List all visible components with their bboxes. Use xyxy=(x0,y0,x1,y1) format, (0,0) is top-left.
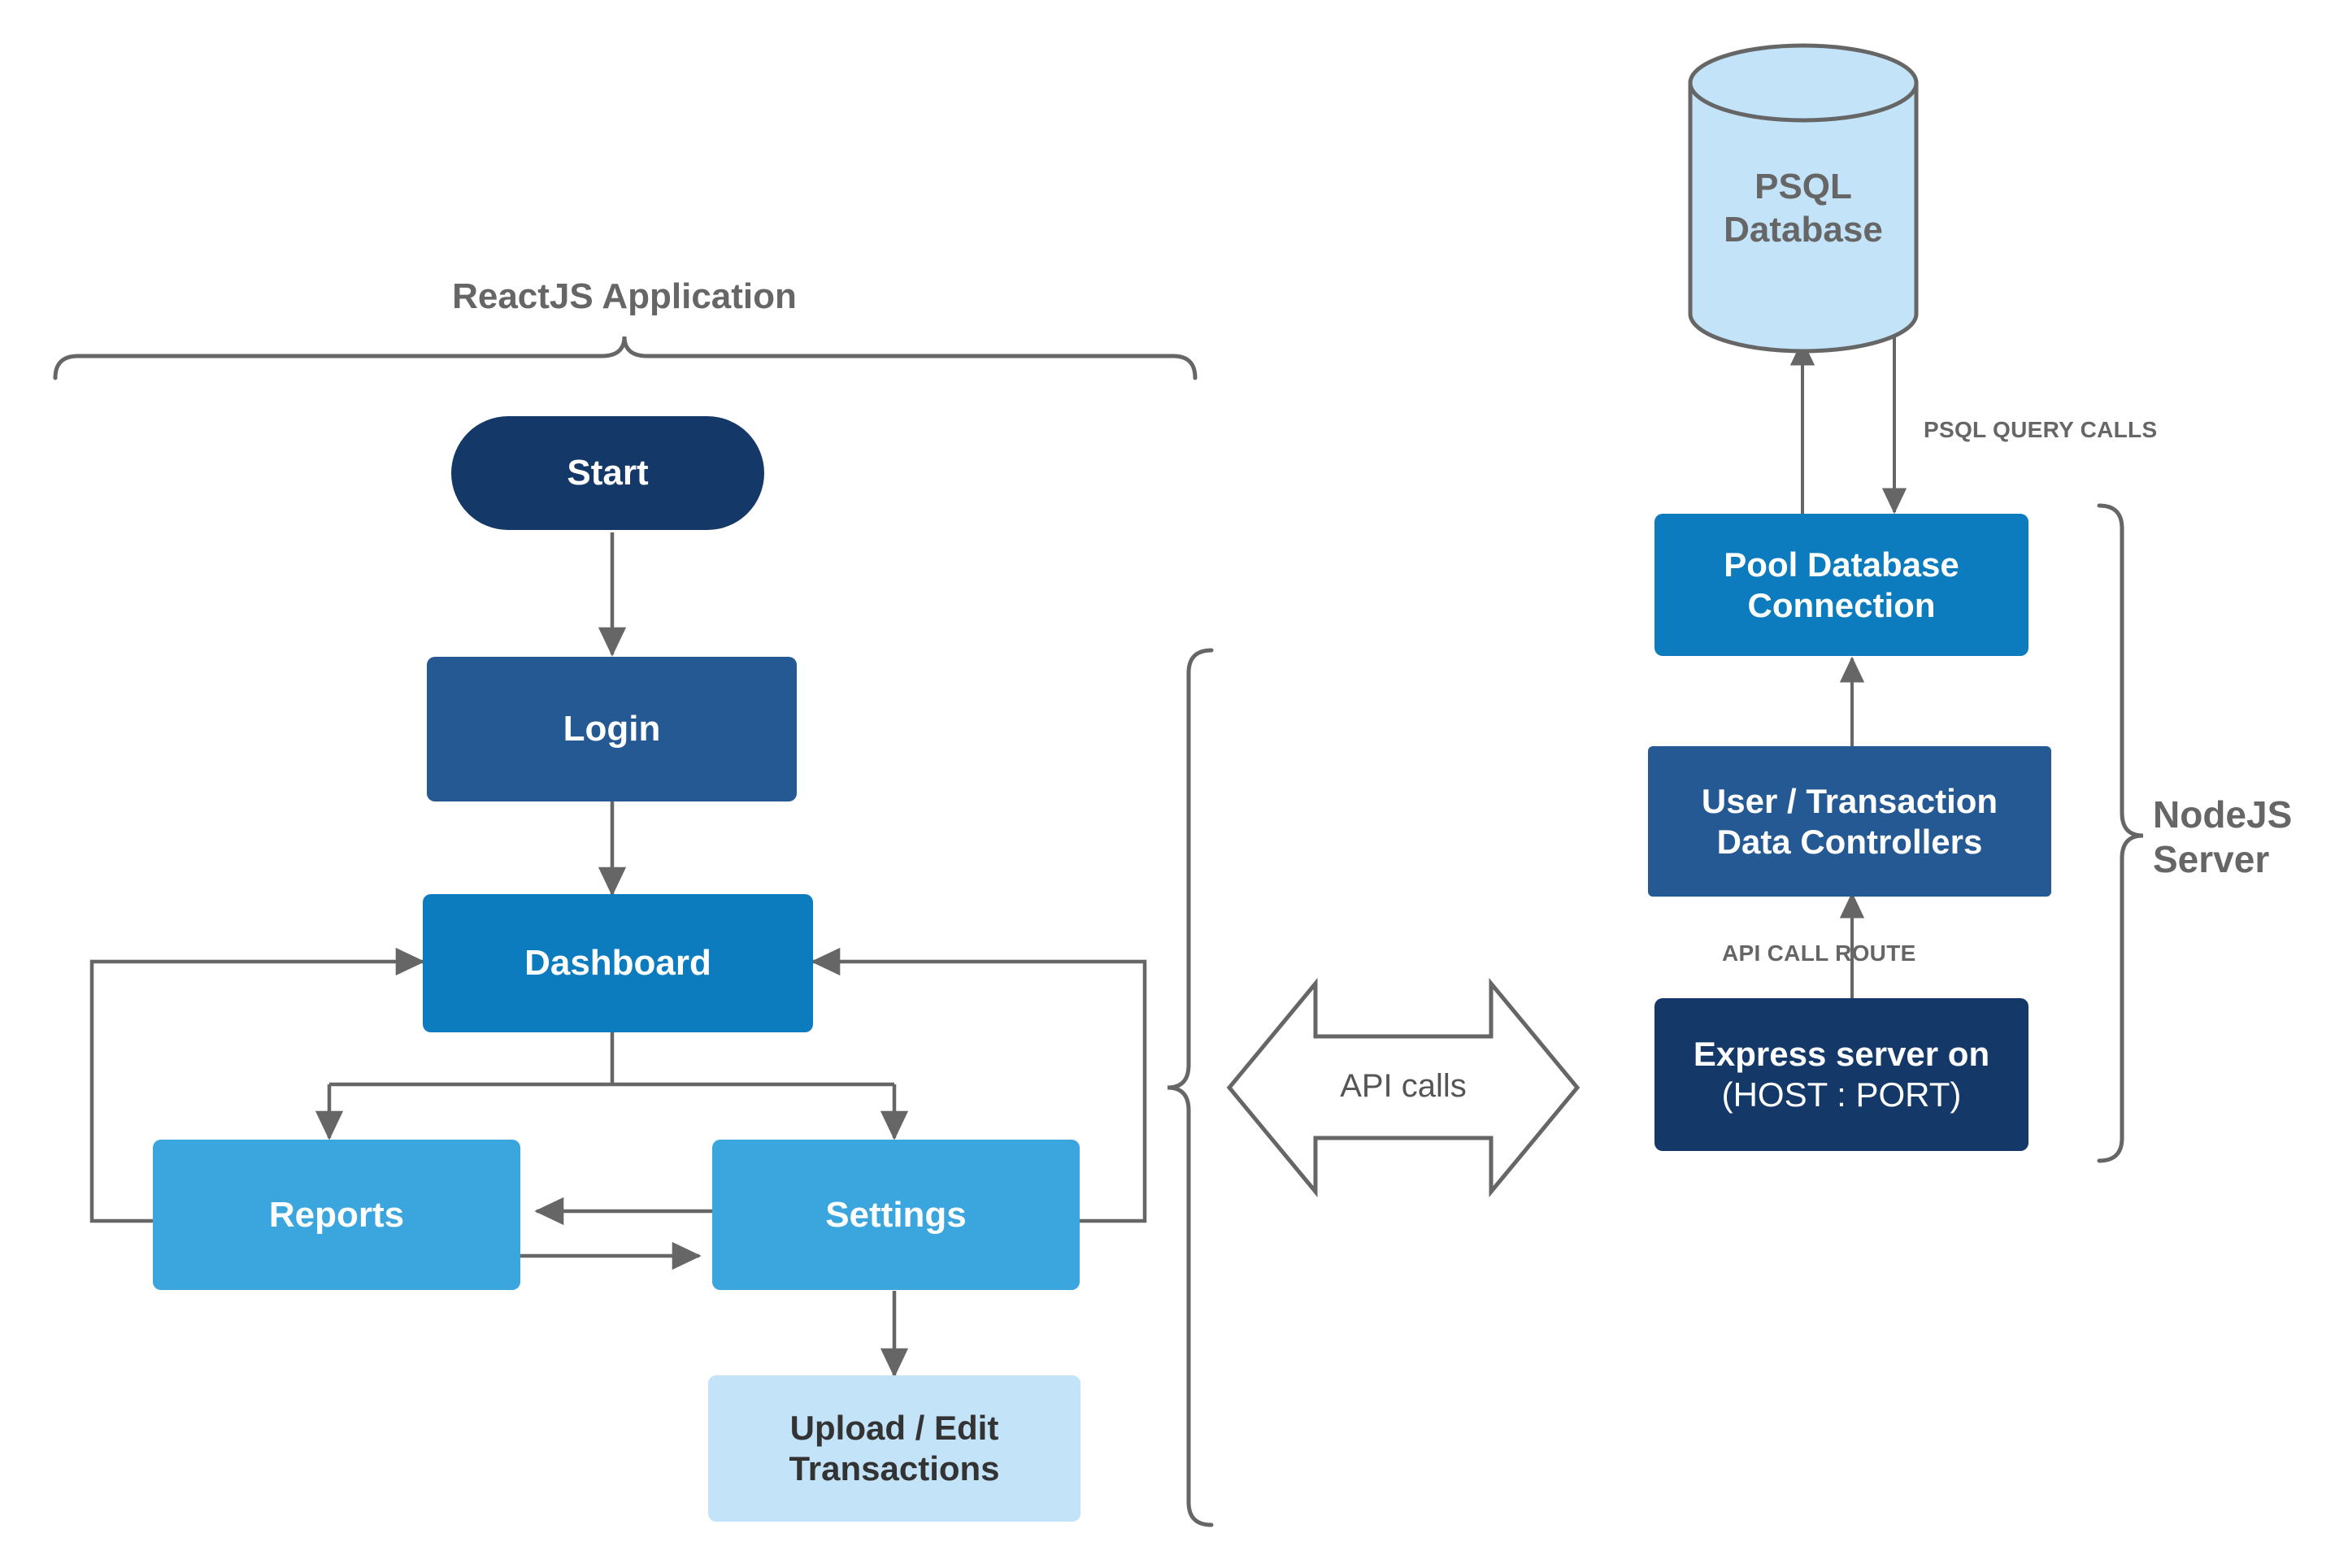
node-controllers-line1: User / Transaction xyxy=(1701,781,1998,820)
node-reports[interactable]: Reports xyxy=(153,1140,520,1290)
node-express-server[interactable]: Express server on (HOST : PORT) xyxy=(1654,998,2028,1151)
node-settings[interactable]: Settings xyxy=(712,1140,1080,1290)
node-login-label: Login xyxy=(563,709,661,749)
edge-label-api-call-route: API CALL ROUTE xyxy=(1722,940,1916,966)
caption-reactjs-application: ReactJS Application xyxy=(452,276,797,316)
node-upload-edit-transactions[interactable]: Upload / Edit Transactions xyxy=(708,1375,1081,1522)
node-reports-label: Reports xyxy=(268,1194,405,1235)
node-psql-database[interactable]: PSQL Database xyxy=(1688,46,1919,351)
node-pool-line1: Pool Database xyxy=(1724,545,1959,584)
node-express-line2: (HOST : PORT) xyxy=(1721,1075,1962,1114)
node-start-label: Start xyxy=(567,453,649,493)
node-login[interactable]: Login xyxy=(427,657,797,801)
node-psql-database-line1: PSQL xyxy=(1754,167,1852,207)
node-express-line1: Express server on xyxy=(1693,1035,1990,1074)
edge-label-api-calls: API calls xyxy=(1340,1068,1467,1104)
node-dashboard-label: Dashboard xyxy=(524,943,711,984)
react-application-brace xyxy=(53,336,1198,380)
client-side-brace xyxy=(1167,648,1214,1527)
node-pool-line2: Connection xyxy=(1747,585,1936,624)
node-controllers-line2: Data Controllers xyxy=(1716,822,1983,861)
node-start[interactable]: Start xyxy=(451,416,764,530)
node-psql-database-line2: Database xyxy=(1724,210,1883,250)
node-user-transaction-data-controllers[interactable]: User / Transaction Data Controllers xyxy=(1648,746,2051,897)
edge-label-psql-query-calls: PSQL QUERY CALLS xyxy=(1924,417,2158,442)
caption-nodejs-server: NodeJS Server xyxy=(2153,793,2293,881)
nodejs-server-brace xyxy=(2097,503,2144,1163)
node-upload-line1: Upload / Edit xyxy=(789,1409,999,1448)
node-dashboard[interactable]: Dashboard xyxy=(423,894,813,1032)
node-pool-database-connection[interactable]: Pool Database Connection xyxy=(1654,514,2028,656)
node-upload-line2: Transactions xyxy=(789,1449,1000,1488)
node-settings-label: Settings xyxy=(825,1194,967,1235)
diagram-canvas: Start Login Dashboard Reports Settings U… xyxy=(0,0,2348,1568)
